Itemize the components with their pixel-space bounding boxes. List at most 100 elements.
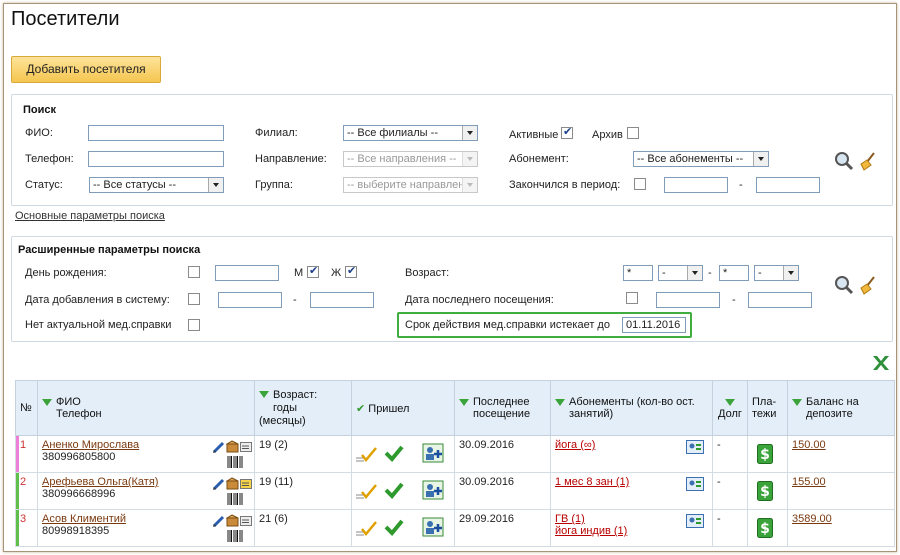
female-label: Ж	[331, 267, 342, 279]
status-select[interactable]: -- Все статусы --	[89, 177, 224, 193]
last-visit-checkbox[interactable]	[626, 292, 638, 304]
col-age[interactable]: Возраст: годы (месяцы)	[254, 380, 352, 436]
no-med-checkbox[interactable]	[188, 319, 200, 331]
extended-title: Расширенные параметры поиска	[18, 244, 201, 256]
added-date-checkbox[interactable]	[188, 293, 200, 305]
balance-link[interactable]: 150.00	[792, 439, 826, 451]
added-dash: -	[293, 294, 297, 306]
subscription-link[interactable]: ГВ (1)	[555, 513, 585, 525]
check-icon[interactable]	[384, 481, 404, 499]
sort-icon	[259, 391, 269, 399]
age-to-input[interactable]: *	[719, 265, 749, 281]
sort-icon	[459, 398, 469, 406]
row-status-bar	[16, 510, 19, 546]
broom-icon[interactable]	[858, 151, 878, 171]
col-fio[interactable]: ФИО Телефон	[37, 380, 255, 436]
search-icon[interactable]	[834, 151, 854, 171]
card-icon[interactable]	[240, 516, 252, 526]
age-dash: -	[708, 267, 712, 279]
cell-came	[351, 472, 455, 510]
fio-input[interactable]	[88, 125, 224, 141]
med-expire-input[interactable]: 01.11.2016	[622, 317, 686, 333]
direction-select[interactable]: -- Все направления --	[343, 151, 478, 167]
visitor-name-link[interactable]: Аненко Мирослава	[42, 439, 139, 451]
dollar-icon[interactable]: $	[757, 481, 773, 501]
check-icon[interactable]	[384, 444, 404, 462]
add-visit-icon[interactable]	[422, 517, 444, 537]
row-status-bar	[16, 473, 19, 509]
med-expire-label: Срок действия мед.справки истекает до	[405, 319, 610, 331]
broom-icon[interactable]	[858, 275, 878, 295]
cell-subscriptions: ГВ (1) йога индив (1)	[550, 509, 713, 547]
barcode-icon[interactable]	[227, 456, 243, 468]
branch-select[interactable]: -- Все филиалы --	[343, 125, 478, 141]
ended-to-input[interactable]	[756, 177, 820, 193]
basic-search-link[interactable]: Основные параметры поиска	[15, 210, 165, 222]
cell-fio: Аненко Мирослава 380996805800	[37, 435, 255, 473]
balance-link[interactable]: 3589.00	[792, 513, 832, 525]
checklist-icon[interactable]	[356, 446, 380, 464]
card-icon[interactable]	[240, 442, 252, 452]
ended-period-checkbox[interactable]	[634, 178, 646, 190]
cell-payments: $	[747, 435, 788, 473]
cell-subscriptions: 1 мес 8 зан (1)	[550, 472, 713, 510]
edit-pencil-icon[interactable]	[212, 477, 226, 491]
branch-label: Филиал:	[255, 127, 298, 139]
col-last-visit[interactable]: Последнее посещение	[454, 380, 551, 436]
female-checkbox[interactable]	[345, 264, 357, 278]
barcode-icon[interactable]	[227, 530, 243, 542]
age-from-unit-select[interactable]: -	[658, 265, 703, 281]
archive-label: Архив	[592, 129, 623, 141]
dollar-icon[interactable]: $	[757, 518, 773, 538]
edit-pencil-icon[interactable]	[212, 514, 226, 528]
checklist-icon[interactable]	[356, 483, 380, 501]
col-debt[interactable]: Долг	[712, 380, 748, 436]
excel-export-icon[interactable]	[871, 354, 891, 372]
active-checkbox[interactable]	[561, 125, 573, 139]
balance-link[interactable]: 155.00	[792, 476, 826, 488]
phone-input[interactable]	[88, 151, 224, 167]
male-checkbox[interactable]	[307, 264, 319, 278]
card-icon[interactable]	[240, 479, 252, 489]
subscription-link[interactable]: 1 мес 8 зан (1)	[555, 476, 629, 488]
cell-payments: $	[747, 509, 788, 547]
age-from-input[interactable]: *	[623, 265, 653, 281]
ended-dash: -	[739, 179, 743, 191]
added-to-input[interactable]	[310, 292, 374, 308]
cell-age: 21 (6)	[254, 509, 352, 547]
archive-checkbox[interactable]	[627, 127, 639, 139]
subscription-link[interactable]: йога (∞)	[555, 439, 595, 451]
check-icon[interactable]	[384, 518, 404, 536]
edit-pencil-icon[interactable]	[212, 440, 226, 454]
visitor-name-link[interactable]: Арефьева Ольга(Катя)	[42, 476, 158, 488]
add-visitor-button[interactable]: Добавить посетителя	[11, 56, 161, 83]
checklist-icon[interactable]	[356, 520, 380, 538]
add-visit-icon[interactable]	[422, 443, 444, 463]
added-from-input[interactable]	[218, 292, 282, 308]
col-balance[interactable]: Баланс на депозите	[787, 380, 895, 436]
birthday-input[interactable]	[215, 265, 279, 281]
last-visit-from-input[interactable]	[656, 292, 720, 308]
dollar-icon[interactable]: $	[757, 444, 773, 464]
col-subscriptions[interactable]: Абонементы (кол-во ост. занятий)	[550, 380, 713, 436]
visitors-table: № ФИО Телефон Возраст: годы (месяцы) ✔ Приш…	[15, 380, 895, 547]
cell-came	[351, 435, 455, 473]
subscription-icon[interactable]	[686, 477, 704, 491]
add-visit-icon[interactable]	[422, 480, 444, 500]
col-payments: Пла-тежи	[747, 380, 788, 436]
package-icon[interactable]	[226, 440, 239, 453]
last-visit-to-input[interactable]	[748, 292, 812, 308]
subscription-select[interactable]: -- Все абонементы --	[633, 151, 769, 167]
group-select[interactable]: -- выберите направление --	[343, 177, 478, 193]
visitor-name-link[interactable]: Асов Климентий	[42, 513, 126, 525]
birthday-checkbox[interactable]	[188, 266, 200, 278]
barcode-icon[interactable]	[227, 493, 243, 505]
subscription-icon[interactable]	[686, 440, 704, 454]
subscription-link[interactable]: йога индив (1)	[555, 525, 627, 537]
age-to-unit-select[interactable]: -	[754, 265, 799, 281]
ended-from-input[interactable]	[664, 177, 728, 193]
search-icon[interactable]	[834, 275, 854, 295]
package-icon[interactable]	[226, 477, 239, 490]
subscription-icon[interactable]	[686, 514, 704, 528]
package-icon[interactable]	[226, 514, 239, 527]
